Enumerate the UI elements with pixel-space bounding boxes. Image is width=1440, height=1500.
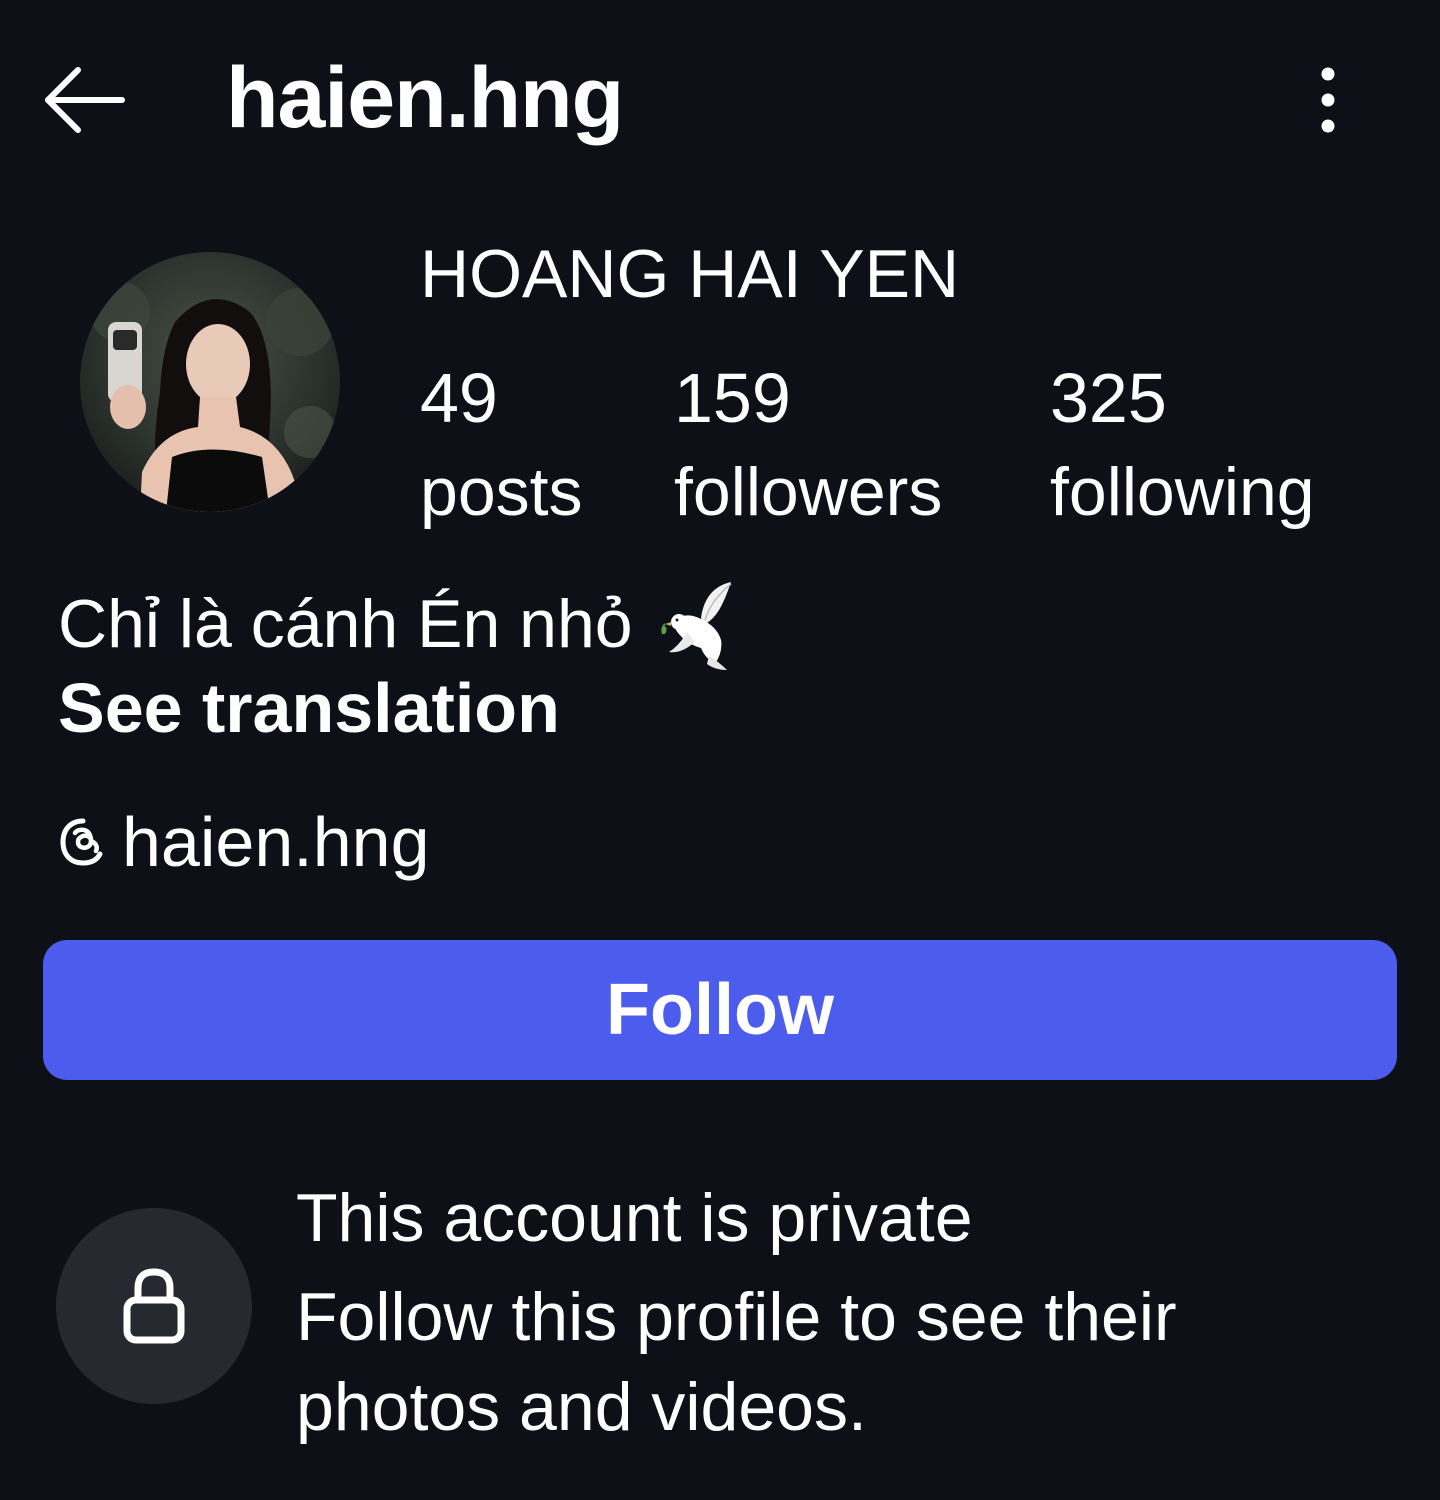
- threads-icon: [60, 818, 103, 866]
- threads-handle: haien.hng: [122, 803, 430, 881]
- username-title: haien.hng: [226, 50, 624, 146]
- avatar[interactable]: [80, 252, 340, 512]
- followers-count: 159: [674, 359, 791, 437]
- follow-button[interactable]: Follow: [43, 940, 1397, 1080]
- private-account-title: This account is private: [296, 1180, 973, 1256]
- threads-link[interactable]: haien.hng: [58, 800, 430, 884]
- posts-count: 49: [420, 359, 498, 437]
- back-button[interactable]: [40, 60, 130, 140]
- posts-stat[interactable]: 49 posts: [420, 360, 583, 530]
- posts-label: posts: [420, 454, 583, 530]
- bio-text: Chỉ là cánh Én nhỏ: [58, 586, 633, 662]
- bio: Chỉ là cánh Én nhỏ: [58, 578, 739, 670]
- lock-icon: [123, 1268, 185, 1344]
- more-vertical-icon: [1321, 67, 1335, 133]
- more-options-button[interactable]: [1296, 62, 1360, 138]
- arrow-left-icon: [45, 67, 125, 133]
- following-label: following: [1050, 454, 1315, 530]
- followers-label: followers: [674, 454, 943, 530]
- profile-photo: [80, 252, 340, 512]
- following-stat[interactable]: 325 following: [1050, 360, 1315, 530]
- followers-stat[interactable]: 159 followers: [674, 360, 942, 530]
- following-count: 325: [1050, 359, 1167, 437]
- see-translation-link[interactable]: See translation: [58, 668, 560, 748]
- dove-icon: [660, 578, 739, 670]
- private-account-description: Follow this profile to see their photos …: [296, 1279, 1177, 1445]
- lock-badge: [56, 1208, 252, 1404]
- display-name: HOANG HAI YEN: [420, 236, 960, 312]
